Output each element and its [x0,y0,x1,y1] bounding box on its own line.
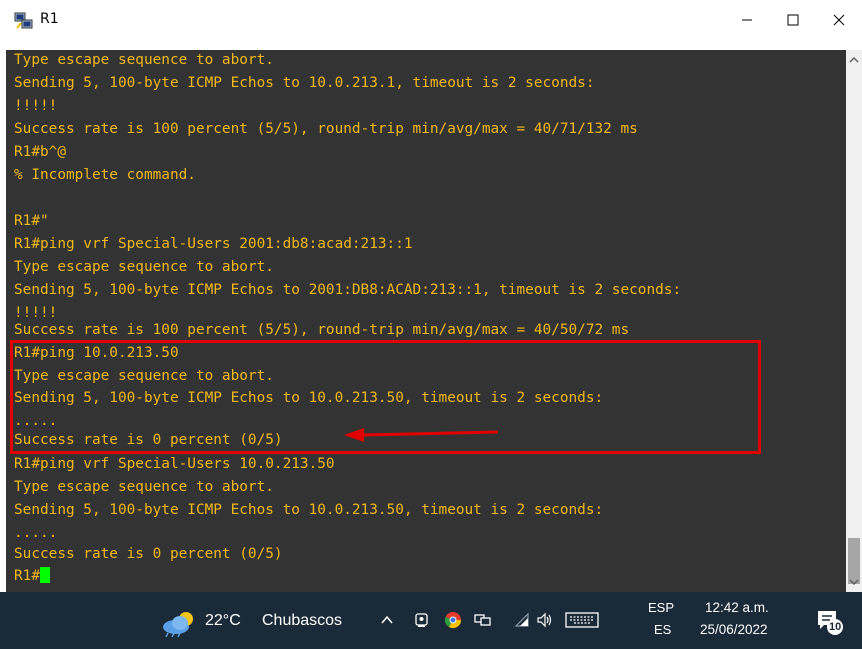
network-icon[interactable] [474,612,492,633]
volume-icon[interactable] [536,612,554,633]
notification-count-badge: 10 [829,621,842,633]
terminal-line: R1#ping vrf Special-Users 10.0.213.50 [14,456,335,472]
minimize-button[interactable] [724,0,770,40]
minimize-icon [741,11,753,30]
terminal-prompt: R1# [14,568,40,584]
terminal-line: Sending 5, 100-byte ICMP Echos to 10.0.2… [14,75,595,91]
terminal-line: Type escape sequence to abort. [14,52,274,68]
terminal-line: R1#b^@ [14,144,66,160]
annotation-arrow-icon [344,428,499,442]
taskbar: 22°C Chubascos ESP ES 12:42 a.m. 25/06/2… [0,592,862,649]
chevron-up-icon[interactable] [380,613,394,632]
title-bar[interactable]: R1 [0,0,862,40]
maximize-button[interactable] [770,0,816,40]
scroll-down-arrow-icon[interactable] [846,576,862,588]
clock-date[interactable]: 25/06/2022 [700,622,768,637]
wifi-icon[interactable] [514,612,530,633]
window-title: R1 [40,11,59,27]
terminal-line: R1#" [14,213,49,229]
scroll-up-arrow-icon[interactable] [846,54,862,66]
terminal-line: Type escape sequence to abort. [14,259,274,275]
close-icon [833,11,845,30]
terminal-line: !!!!! [14,98,58,114]
close-button[interactable] [816,0,862,40]
text-cursor [40,567,50,583]
terminal-line: Success rate is 100 percent (5/5), round… [14,322,630,338]
terminal-line: % Incomplete command. [14,167,196,183]
input-language-top[interactable]: ESP [648,600,674,615]
terminal-line: R1#ping vrf Special-Users 2001:db8:acad:… [14,236,413,252]
vertical-scrollbar[interactable] [846,50,862,592]
terminal-window: R1 Type escape sequence to abort. Sendin… [0,0,862,592]
keyboard-icon[interactable] [565,612,599,633]
terminal-prompt-line: R1# [14,566,50,586]
clock-time[interactable]: 12:42 a.m. [705,600,769,615]
terminal-line: Sending 5, 100-byte ICMP Echos to 2001:D… [14,282,682,298]
weather-temperature[interactable]: 22°C [205,612,241,630]
terminal-output[interactable]: Type escape sequence to abort. Sending 5… [6,50,846,592]
weather-cloud-sun-icon[interactable] [160,609,200,642]
terminal-line: Sending 5, 100-byte ICMP Echos to 10.0.2… [14,502,604,518]
weather-description[interactable]: Chubascos [262,612,342,630]
terminal-line: Success rate is 0 percent (0/5) [14,546,283,562]
maximize-icon [787,11,799,30]
chrome-icon[interactable] [444,611,462,634]
terminal-line: Type escape sequence to abort. [14,479,274,495]
terminal-line: ..... [14,525,58,541]
input-language-bottom[interactable]: ES [654,622,671,637]
terminal-line: Success rate is 100 percent (5/5), round… [14,121,638,137]
meet-now-icon[interactable] [414,612,430,633]
putty-icon[interactable] [14,12,34,30]
